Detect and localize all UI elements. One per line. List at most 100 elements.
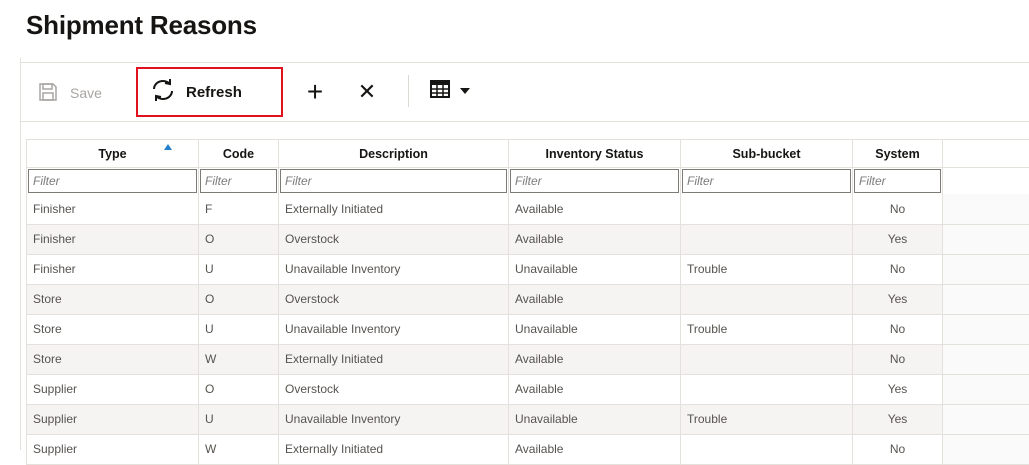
cell-inventory-status: Unavailable xyxy=(508,404,681,435)
add-icon: + xyxy=(306,76,324,107)
cell-description: Externally Initiated xyxy=(278,434,509,465)
cell-code: U xyxy=(198,404,279,435)
cell-code: U xyxy=(198,314,279,345)
cell-system: No xyxy=(852,194,943,225)
column-header-type[interactable]: Type xyxy=(26,139,199,168)
cell-spacer xyxy=(942,404,1029,435)
cell-code: W xyxy=(198,344,279,375)
cell-system: Yes xyxy=(852,374,943,405)
save-icon xyxy=(38,82,58,105)
cell-spacer xyxy=(942,344,1029,375)
cell-inventory-status: Unavailable xyxy=(508,314,681,345)
cell-description: Overstock xyxy=(278,224,509,255)
header-row: Type Code Description Inventory Status S… xyxy=(26,139,1029,168)
add-button[interactable]: + xyxy=(302,76,328,107)
sort-ascending-icon xyxy=(164,144,172,150)
cell-type: Store xyxy=(26,344,199,375)
cell-inventory-status: Available xyxy=(508,194,681,225)
save-button[interactable]: Save xyxy=(38,80,102,106)
cell-spacer xyxy=(942,434,1029,465)
cell-code: O xyxy=(198,284,279,315)
cell-code: F xyxy=(198,194,279,225)
filter-spacer xyxy=(942,167,1029,194)
cell-sub-bucket xyxy=(680,434,853,465)
table-row[interactable]: Finisher U Unavailable Inventory Unavail… xyxy=(26,254,1029,285)
cell-inventory-status: Available xyxy=(508,224,681,255)
filter-input-sub-bucket[interactable] xyxy=(682,169,851,193)
filter-row xyxy=(26,167,1029,194)
chevron-down-icon xyxy=(460,88,470,94)
cell-code: W xyxy=(198,434,279,465)
filter-input-system[interactable] xyxy=(854,169,941,193)
toolbar-separator xyxy=(408,75,409,107)
column-header-system[interactable]: System xyxy=(852,139,943,168)
delete-button[interactable]: ✕ xyxy=(354,79,380,105)
page-title: Shipment Reasons xyxy=(26,10,257,40)
cell-sub-bucket: Trouble xyxy=(680,404,853,435)
cell-type: Supplier xyxy=(26,404,199,435)
left-divider xyxy=(20,58,21,450)
cell-description: Unavailable Inventory xyxy=(278,314,509,345)
cell-system: No xyxy=(852,434,943,465)
column-header-description[interactable]: Description xyxy=(278,139,509,168)
cell-description: Externally Initiated xyxy=(278,344,509,375)
table-row[interactable]: Supplier W Externally Initiated Availabl… xyxy=(26,434,1029,465)
filter-input-description[interactable] xyxy=(280,169,507,193)
cell-sub-bucket xyxy=(680,194,853,225)
cell-inventory-status: Available xyxy=(508,374,681,405)
column-header-inventory-status[interactable]: Inventory Status xyxy=(508,139,681,168)
table-row[interactable]: Finisher O Overstock Available Yes xyxy=(26,224,1029,255)
cell-sub-bucket xyxy=(680,284,853,315)
toolbar-top-divider xyxy=(20,62,1029,63)
cell-type: Supplier xyxy=(26,434,199,465)
filter-input-type[interactable] xyxy=(28,169,197,193)
table-row[interactable]: Store W Externally Initiated Available N… xyxy=(26,344,1029,375)
table-icon xyxy=(430,79,450,103)
cell-spacer xyxy=(942,224,1029,255)
cell-system: No xyxy=(852,314,943,345)
cell-description: Unavailable Inventory xyxy=(278,404,509,435)
cell-spacer xyxy=(942,374,1029,405)
toolbar-bottom-divider xyxy=(20,121,1029,122)
refresh-label: Refresh xyxy=(186,83,242,101)
table-row[interactable]: Store U Unavailable Inventory Unavailabl… xyxy=(26,314,1029,345)
cell-system: Yes xyxy=(852,404,943,435)
save-label: Save xyxy=(70,85,102,101)
cell-system: No xyxy=(852,344,943,375)
cell-system: Yes xyxy=(852,284,943,315)
cell-inventory-status: Available xyxy=(508,344,681,375)
cell-type: Finisher xyxy=(26,254,199,285)
table-row[interactable]: Supplier U Unavailable Inventory Unavail… xyxy=(26,404,1029,435)
cell-sub-bucket xyxy=(680,224,853,255)
shipment-reasons-table: Type Code Description Inventory Status S… xyxy=(26,139,1029,465)
column-header-code[interactable]: Code xyxy=(198,139,279,168)
cell-spacer xyxy=(942,314,1029,345)
refresh-icon xyxy=(150,78,176,106)
cell-sub-bucket xyxy=(680,344,853,375)
cell-code: O xyxy=(198,224,279,255)
table-row[interactable]: Finisher F Externally Initiated Availabl… xyxy=(26,194,1029,225)
cell-spacer xyxy=(942,194,1029,225)
refresh-button[interactable]: Refresh xyxy=(136,67,283,117)
view-menu-button[interactable] xyxy=(430,78,470,104)
cell-sub-bucket xyxy=(680,374,853,405)
cell-system: Yes xyxy=(852,224,943,255)
filter-input-code[interactable] xyxy=(200,169,277,193)
filter-input-inventory-status[interactable] xyxy=(510,169,679,193)
cell-code: U xyxy=(198,254,279,285)
column-header-sub-bucket[interactable]: Sub-bucket xyxy=(680,139,853,168)
cell-sub-bucket: Trouble xyxy=(680,314,853,345)
column-header-spacer xyxy=(942,139,1029,168)
table-row[interactable]: Supplier O Overstock Available Yes xyxy=(26,374,1029,405)
cell-description: Externally Initiated xyxy=(278,194,509,225)
cell-type: Supplier xyxy=(26,374,199,405)
cell-type: Finisher xyxy=(26,224,199,255)
table-row[interactable]: Store O Overstock Available Yes xyxy=(26,284,1029,315)
cell-type: Store xyxy=(26,284,199,315)
cell-description: Unavailable Inventory xyxy=(278,254,509,285)
cell-inventory-status: Available xyxy=(508,284,681,315)
cell-type: Store xyxy=(26,314,199,345)
cell-code: O xyxy=(198,374,279,405)
cell-system: No xyxy=(852,254,943,285)
cell-sub-bucket: Trouble xyxy=(680,254,853,285)
